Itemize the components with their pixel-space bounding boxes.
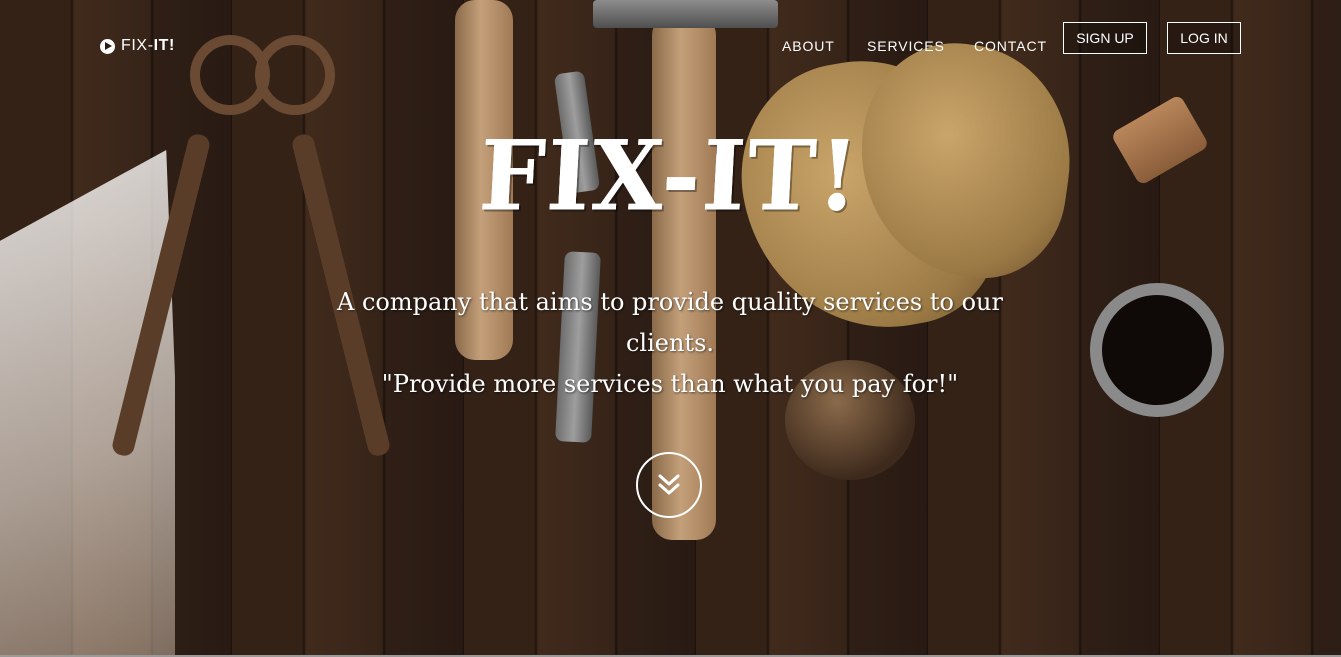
log-in-button[interactable]: LOG IN <box>1167 22 1241 54</box>
double-chevron-down-icon <box>656 473 682 497</box>
nav-link-contact[interactable]: CONTACT <box>974 38 1047 54</box>
brand-name-part-2: IT! <box>153 37 175 54</box>
hammer-head-decoration <box>593 0 778 28</box>
brand-logo-link[interactable]: FIX- IT! <box>100 37 175 55</box>
sign-up-button[interactable]: SIGN UP <box>1063 22 1147 54</box>
brand-name-part-1: FIX- <box>121 37 154 54</box>
tongs-decoration <box>255 35 335 115</box>
nav-link-services[interactable]: SERVICES <box>867 38 945 54</box>
file-handle-decoration <box>1110 94 1210 186</box>
nav-link-about[interactable]: ABOUT <box>782 38 835 54</box>
play-circle-icon <box>100 38 115 54</box>
hero-headline: FIX-IT! <box>476 119 864 233</box>
hero-tagline: A company that aims to provide quality s… <box>320 282 1020 405</box>
tongs-decoration <box>110 132 212 458</box>
scroll-down-button[interactable] <box>636 452 702 518</box>
tagline-line-2: "Provide more services than what you pay… <box>381 370 959 398</box>
tagline-line-1: A company that aims to provide quality s… <box>337 288 1003 357</box>
mug-decoration <box>1090 283 1224 417</box>
